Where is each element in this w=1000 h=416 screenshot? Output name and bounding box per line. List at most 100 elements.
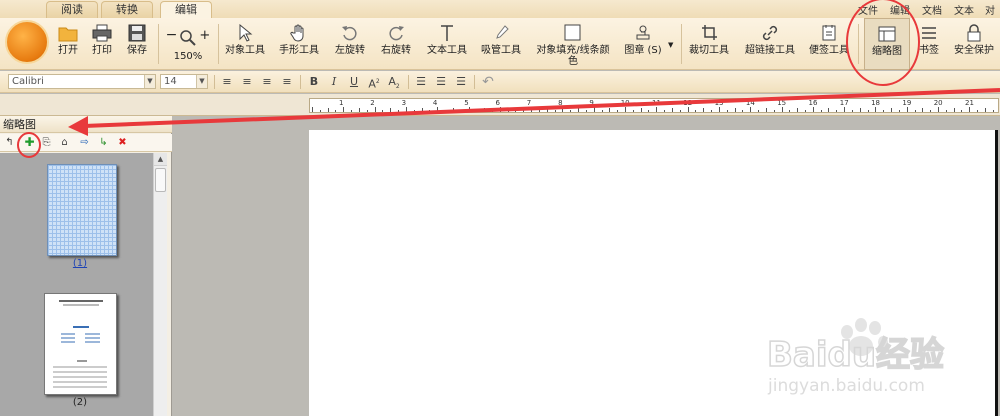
- ruler-tick: [750, 107, 752, 112]
- text-tool-button[interactable]: 文本工具: [424, 18, 470, 70]
- tab-convert[interactable]: 转换: [101, 1, 153, 18]
- add-page-icon[interactable]: ✚: [23, 136, 36, 149]
- align-center-icon[interactable]: ≡: [240, 75, 254, 89]
- ruler-tick: [922, 108, 924, 112]
- open-button[interactable]: 打开: [54, 18, 82, 70]
- zoom-out-button[interactable]: −: [166, 27, 178, 43]
- ruler-tick: [562, 107, 564, 112]
- save-button[interactable]: 保存: [123, 18, 151, 70]
- italic-button[interactable]: I: [327, 75, 341, 89]
- zoom-group: − + 150%: [162, 18, 214, 70]
- app-logo[interactable]: [5, 20, 49, 64]
- font-size-select[interactable]: 14 ▼: [160, 74, 208, 89]
- hyperlink-tool-button[interactable]: 超链接工具: [742, 18, 798, 70]
- floppy-disk-icon: [128, 24, 146, 42]
- delete-page-icon[interactable]: ✖: [116, 136, 129, 149]
- page-thumbnail-1[interactable]: [47, 164, 117, 256]
- align-left-icon[interactable]: ≡: [220, 75, 234, 89]
- superscript-button[interactable]: A2: [367, 75, 381, 91]
- ruler-tick: [914, 110, 916, 112]
- rotate-right-icon: [389, 26, 404, 41]
- bold-button[interactable]: B: [307, 75, 321, 89]
- stamp-button[interactable]: 图章 (S): [620, 18, 666, 70]
- tab-edit[interactable]: 编辑: [160, 1, 212, 18]
- ruler-tick: [327, 108, 329, 112]
- ruler-number: 1: [339, 99, 344, 107]
- ruler-number: 19: [902, 99, 912, 107]
- thumbnail-panel-icon: [878, 26, 896, 42]
- fill-stroke-color-button[interactable]: 对象填充/线条颜色: [532, 18, 614, 70]
- rotate-page-icon[interactable]: ↳: [97, 136, 110, 149]
- ruler-number: 9: [589, 99, 594, 107]
- ruler-tick: [781, 107, 783, 112]
- rotate-left-button[interactable]: 左旋转: [330, 18, 370, 70]
- underline-button[interactable]: U: [347, 75, 361, 89]
- zoom-level[interactable]: 150%: [174, 51, 203, 62]
- erase-page-icon[interactable]: ⌂: [58, 136, 71, 149]
- ruler-tick: [930, 110, 932, 112]
- eyedropper-tool-button[interactable]: 吸管工具: [478, 18, 524, 70]
- ruler-tick: [609, 108, 611, 112]
- ruler-tick: [319, 110, 321, 112]
- thumbnail-scrollbar[interactable]: ▲: [153, 153, 167, 416]
- page-thumbnail-2[interactable]: [44, 293, 117, 395]
- ruler-tick: [421, 108, 423, 112]
- hand-tool-button[interactable]: 手形工具: [276, 18, 322, 70]
- ruler-tick: [405, 107, 407, 112]
- scrollbar-thumb[interactable]: [155, 168, 166, 192]
- ruler-tick: [851, 110, 853, 112]
- ruler-number: 7: [526, 99, 532, 107]
- menu-text[interactable]: 文本: [954, 2, 974, 17]
- ruler-tick: [906, 107, 908, 112]
- crop-tool-button[interactable]: 裁切工具: [686, 18, 732, 70]
- menu-edit[interactable]: 编辑: [890, 2, 910, 17]
- menu-document[interactable]: 文档: [922, 2, 942, 17]
- scroll-up-icon[interactable]: ▲: [154, 153, 167, 166]
- zoom-in-button[interactable]: +: [199, 28, 210, 43]
- ruler-number: 11: [652, 99, 661, 107]
- sticky-note-icon: [822, 25, 836, 41]
- ruler-tick: [836, 110, 838, 112]
- menu-file[interactable]: 文件: [858, 2, 878, 17]
- ruler-number: 21: [965, 99, 974, 107]
- note-tool-button[interactable]: 便签工具: [806, 18, 852, 70]
- object-tool-button[interactable]: 对象工具: [222, 18, 268, 70]
- bookmark-list-icon: [922, 27, 936, 39]
- ruler-tick: [812, 107, 814, 112]
- ruler-tick: [617, 110, 619, 112]
- print-button[interactable]: 打印: [88, 18, 116, 70]
- ruler-tick: [656, 107, 658, 112]
- line-spacing-icon[interactable]: ☰: [414, 75, 428, 89]
- chevron-down-icon: ▼: [144, 75, 155, 88]
- export-page-icon[interactable]: ⇨: [78, 136, 91, 149]
- ruler-tick: [992, 110, 994, 112]
- insert-page-icon[interactable]: ⎘: [40, 136, 53, 149]
- back-arrow-icon[interactable]: ↰: [3, 136, 16, 149]
- rotate-right-button[interactable]: 右旋转: [376, 18, 416, 70]
- align-right-icon[interactable]: ≡: [260, 75, 274, 89]
- ruler-tick: [726, 110, 728, 112]
- subscript-button[interactable]: A2: [387, 75, 401, 90]
- ruler-tick: [718, 107, 720, 112]
- ruler-tick: [773, 110, 775, 112]
- indent-icon[interactable]: ☰: [454, 75, 468, 89]
- ruler-tick: [789, 110, 791, 112]
- security-button[interactable]: 安全保护: [950, 18, 998, 70]
- ruler-tick: [554, 110, 556, 112]
- thumbnail-panel-toolbar: ↰ ✚ ⎘ ⌂ ⇨ ↳ ✖: [0, 134, 172, 152]
- font-name-select[interactable]: Calibri ▼: [8, 74, 156, 89]
- printer-icon: [92, 24, 112, 42]
- ruler-tick: [515, 108, 517, 112]
- ruler-tick: [820, 110, 822, 112]
- tab-read[interactable]: 阅读: [46, 1, 98, 18]
- align-justify-icon[interactable]: ≡: [280, 75, 294, 89]
- thumbnail-button[interactable]: 缩略图: [864, 18, 910, 70]
- bookmark-button[interactable]: 书签: [914, 18, 944, 70]
- ruler-tick: [312, 107, 313, 112]
- ruler-tick: [734, 108, 736, 112]
- undo-icon[interactable]: ↶: [481, 75, 495, 89]
- paragraph-spacing-icon[interactable]: ☰: [434, 75, 448, 89]
- stamp-dropdown-arrow-icon[interactable]: ▼: [668, 41, 673, 49]
- ruler-tick: [578, 108, 580, 112]
- thumbnail-list: (1) (2): [0, 153, 153, 416]
